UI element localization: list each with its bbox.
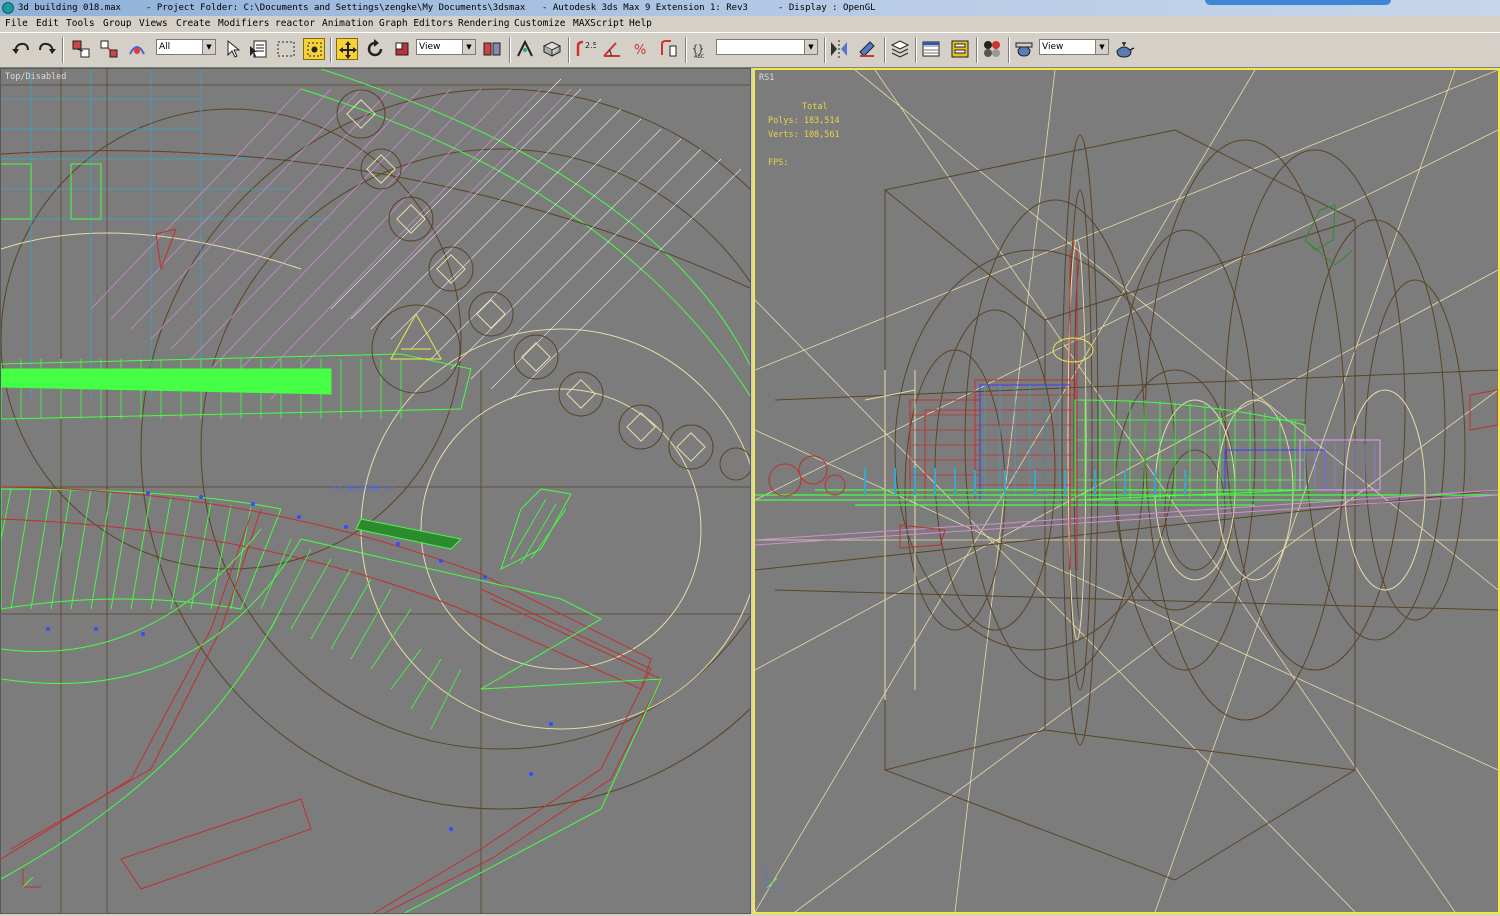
toolbar-separator (824, 37, 826, 63)
stats-verts: Verts: 108,561 (768, 130, 840, 140)
menu-help[interactable]: Help (629, 16, 652, 32)
chevron-down-icon: ▼ (1095, 40, 1108, 54)
quick-render-icon[interactable] (1113, 38, 1135, 60)
spinner-snap-icon[interactable] (657, 38, 679, 60)
curve-editor-icon[interactable] (920, 38, 942, 60)
viewport-label[interactable]: Top/Disabled (5, 72, 66, 82)
app-icon[interactable] (2, 2, 14, 14)
chevron-down-icon: ▼ (804, 40, 817, 54)
select-scale-icon[interactable] (391, 38, 413, 60)
menu-edit[interactable]: Edit (36, 16, 59, 32)
reference-coordinate-dropdown[interactable]: View ▼ (416, 39, 476, 55)
svg-text:%: % (634, 43, 646, 58)
menu-bar: File Edit Tools Group Views Create Modif… (0, 16, 1500, 32)
percent-snap-icon[interactable]: % (629, 38, 651, 60)
toolbar-separator (915, 37, 917, 63)
rectangular-region-icon[interactable] (275, 38, 297, 60)
toolbar-separator (884, 37, 886, 63)
menu-maxscript[interactable]: MAXScript (573, 16, 624, 32)
display-mode: - Display : OpenGL (778, 3, 876, 13)
toolbar-separator (330, 37, 332, 63)
toolbar-separator (509, 37, 511, 63)
viewport-label[interactable]: RS1 (759, 73, 774, 83)
main-toolbar: All ▼ View ▼ 2.5 % {} ABC ▼ View ▼ (0, 32, 1500, 68)
select-rotate-icon[interactable] (364, 38, 386, 60)
keyboard-shortcut-override-icon[interactable] (541, 38, 563, 60)
select-object-icon[interactable] (222, 38, 244, 60)
select-link-icon[interactable] (70, 38, 92, 60)
layer-manager-icon[interactable] (889, 38, 911, 60)
svg-text:ABC: ABC (694, 54, 705, 60)
edit-named-selection-icon[interactable]: {} ABC (690, 38, 712, 60)
stats-polys: Polys: 183,514 (768, 116, 840, 126)
unlink-icon[interactable] (98, 38, 120, 60)
toolbar-separator (568, 37, 570, 63)
menu-tools[interactable]: Tools (66, 16, 95, 32)
toolbar-separator (1008, 37, 1010, 63)
menu-animation[interactable]: Animation (322, 16, 373, 32)
app-title: - Autodesk 3ds Max 9 Extension 1: Rev3 (542, 3, 748, 13)
angle-snap-icon[interactable] (601, 38, 623, 60)
toolbar-separator (62, 37, 64, 63)
title-bar: 3d building 018.max - Project Folder: C:… (0, 0, 1500, 16)
viewport-rs1[interactable]: RS1 Total Polys: 183,514 Verts: 108,561 … (753, 68, 1500, 914)
stats-fps: FPS: (768, 158, 789, 168)
scene-statistics: Total Polys: 183,514 Verts: 108,561 FPS: (768, 100, 840, 170)
snap-toggle-icon[interactable]: 2.5 (574, 38, 596, 60)
align-icon[interactable] (856, 38, 878, 60)
svg-text:2.5: 2.5 (585, 41, 596, 50)
reference-coordinate-value: View (419, 42, 441, 52)
window-crossing-icon[interactable] (303, 38, 325, 60)
chevron-down-icon: ▼ (462, 40, 475, 54)
menu-graph-editors[interactable]: Graph Editors (379, 16, 453, 32)
section-label: << SECTION << (331, 484, 394, 493)
menu-group[interactable]: Group (103, 16, 132, 32)
select-by-name-icon[interactable] (248, 38, 270, 60)
stats-header: Total (802, 102, 828, 112)
undo-icon[interactable] (10, 38, 32, 60)
toolbar-separator (976, 37, 978, 63)
named-selection-dropdown[interactable]: ▼ (716, 39, 818, 55)
material-editor-icon[interactable] (981, 38, 1003, 60)
chevron-down-icon: ▼ (202, 40, 215, 54)
window-buttons[interactable] (1205, 0, 1391, 5)
project-folder: - Project Folder: C:\Documents and Setti… (146, 3, 526, 13)
menu-file[interactable]: File (5, 16, 28, 32)
render-preset-value: View (1042, 42, 1064, 52)
pivot-center-icon[interactable] (481, 38, 503, 60)
file-title: 3d building 018.max (18, 3, 121, 13)
menu-customize[interactable]: Customize (514, 16, 565, 32)
selection-filter-value: All (159, 42, 171, 52)
menu-reactor[interactable]: reactor (275, 16, 315, 32)
render-preset-dropdown[interactable]: View ▼ (1039, 39, 1109, 55)
menu-modifiers[interactable]: Modifiers (218, 16, 269, 32)
mirror-icon[interactable] (828, 38, 850, 60)
bind-space-warp-icon[interactable] (126, 38, 148, 60)
toolbar-separator (685, 37, 687, 63)
menu-views[interactable]: Views (139, 16, 168, 32)
render-scene-icon[interactable] (1013, 38, 1035, 60)
menu-rendering[interactable]: Rendering (458, 16, 509, 32)
perspective-viewport-wireframe (755, 70, 1498, 912)
selection-filter-dropdown[interactable]: All ▼ (156, 39, 216, 55)
schematic-view-icon[interactable] (949, 38, 971, 60)
menu-create[interactable]: Create (176, 16, 210, 32)
redo-icon[interactable] (36, 38, 58, 60)
viewport-top[interactable]: Top/Disabled << SECTION << (0, 68, 751, 914)
select-move-icon[interactable] (336, 38, 358, 60)
manipulate-icon[interactable] (514, 38, 536, 60)
